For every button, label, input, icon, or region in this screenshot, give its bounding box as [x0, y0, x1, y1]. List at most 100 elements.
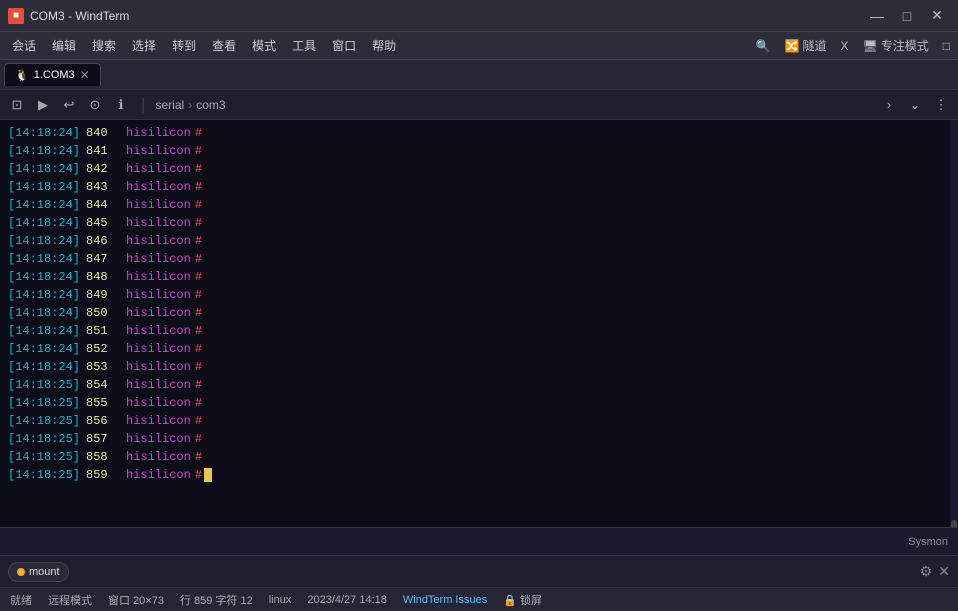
menu-view[interactable]: 查看	[204, 34, 244, 57]
status-mode: 远程模式	[48, 592, 92, 608]
panel-toggle-button[interactable]: □	[939, 37, 954, 55]
term-line-number: 850	[86, 304, 122, 322]
term-hostname: hisilicon	[126, 304, 191, 322]
terminal-wrapper: [14:18:24]840 hisilicon #[14:18:24]841 h…	[0, 120, 958, 527]
tunnel-icon: 🔀	[785, 39, 800, 53]
term-hostname: hisilicon	[126, 160, 191, 178]
menu-help[interactable]: 帮助	[364, 34, 404, 57]
info-button[interactable]: ℹ	[110, 94, 132, 116]
menu-session[interactable]: 会话	[4, 34, 44, 57]
term-timestamp: [14:18:25]	[8, 466, 80, 484]
table-row: [14:18:24]852 hisilicon #	[8, 340, 942, 358]
table-row: [14:18:24]851 hisilicon #	[8, 322, 942, 340]
term-hostname: hisilicon	[126, 286, 191, 304]
menu-select[interactable]: 选择	[124, 34, 164, 57]
term-timestamp: [14:18:24]	[8, 286, 80, 304]
taskbar-close-button[interactable]: ✕	[938, 563, 950, 580]
term-prompt: #	[195, 430, 202, 448]
toolbar-right: › ⌄ ⋮	[878, 94, 952, 116]
taskbar-gear-button[interactable]: ⚙	[920, 563, 933, 580]
term-prompt: #	[195, 286, 202, 304]
menu-edit[interactable]: 编辑	[44, 34, 84, 57]
status-bar: 就绪 远程模式 窗口 20×73 行 859 字符 12 linux 2023/…	[0, 587, 958, 611]
expand-button[interactable]: ⌄	[904, 94, 926, 116]
tab-close-button[interactable]: ✕	[80, 68, 90, 82]
term-hostname: hisilicon	[126, 214, 191, 232]
menu-tools[interactable]: 工具	[284, 34, 324, 57]
table-row: [14:18:24]847 hisilicon #	[8, 250, 942, 268]
status-ready: 就绪	[10, 592, 32, 608]
next-button[interactable]: ›	[878, 94, 900, 116]
term-prompt: #	[195, 214, 202, 232]
close-session-button[interactable]: X	[836, 37, 852, 55]
term-prompt: #	[195, 304, 202, 322]
focus-mode-button[interactable]: 🖥 专注模式	[859, 35, 933, 56]
terminal[interactable]: [14:18:24]840 hisilicon #[14:18:24]841 h…	[0, 120, 950, 527]
term-hostname: hisilicon	[126, 394, 191, 412]
refresh-button[interactable]: ↩	[58, 94, 80, 116]
term-hostname: hisilicon	[126, 448, 191, 466]
term-timestamp: [14:18:24]	[8, 124, 80, 142]
task-mount-button[interactable]: mount	[8, 562, 69, 582]
term-line-number: 845	[86, 214, 122, 232]
term-hostname: hisilicon	[126, 142, 191, 160]
breadcrumb-serial[interactable]: serial	[156, 98, 185, 112]
term-line-number: 846	[86, 232, 122, 250]
lock-screen-button[interactable]: 🔒 锁屏	[503, 592, 542, 608]
search-button[interactable]: 🔍	[752, 37, 775, 55]
tab-label: 1.COM3	[34, 69, 75, 81]
term-hostname: hisilicon	[126, 430, 191, 448]
term-line-number: 854	[86, 376, 122, 394]
task-dot	[17, 568, 25, 576]
term-timestamp: [14:18:25]	[8, 412, 80, 430]
minimize-button[interactable]: —	[864, 5, 890, 27]
table-row: [14:18:24]843 hisilicon #	[8, 178, 942, 196]
scrollbar-thumb[interactable]	[951, 520, 957, 527]
breadcrumb-com3[interactable]: com3	[196, 98, 225, 112]
table-row: [14:18:25]858 hisilicon #	[8, 448, 942, 466]
term-timestamp: [14:18:24]	[8, 358, 80, 376]
term-hostname: hisilicon	[126, 196, 191, 214]
run-button[interactable]: ▶	[32, 94, 54, 116]
term-line-number: 848	[86, 268, 122, 286]
window-title: COM3 - WindTerm	[30, 9, 864, 23]
scrollbar[interactable]	[950, 120, 958, 527]
status-row: 行 859 字符 12	[180, 592, 253, 608]
term-prompt: #	[195, 232, 202, 250]
new-session-button[interactable]: ⊡	[6, 94, 28, 116]
term-prompt: #	[195, 196, 202, 214]
app-icon: ■	[8, 8, 24, 24]
menu-mode[interactable]: 模式	[244, 34, 284, 57]
term-prompt: #	[195, 376, 202, 394]
close-button[interactable]: ✕	[924, 5, 950, 27]
term-prompt: #	[195, 124, 202, 142]
term-hostname: hisilicon	[126, 376, 191, 394]
term-timestamp: [14:18:24]	[8, 340, 80, 358]
menu-window[interactable]: 窗口	[324, 34, 364, 57]
term-timestamp: [14:18:24]	[8, 178, 80, 196]
term-timestamp: [14:18:24]	[8, 214, 80, 232]
tunnel-button[interactable]: 🔀 隧道	[781, 35, 831, 56]
term-line-number: 849	[86, 286, 122, 304]
term-prompt: #	[195, 250, 202, 268]
maximize-button[interactable]: □	[894, 5, 920, 27]
term-line-number: 858	[86, 448, 122, 466]
title-bar: ■ COM3 - WindTerm — □ ✕	[0, 0, 958, 32]
windterm-issues-link[interactable]: WindTerm Issues	[403, 594, 487, 606]
term-hostname: hisilicon	[126, 268, 191, 286]
terminal-cursor	[204, 468, 212, 482]
settings-button[interactable]: ⊙	[84, 94, 106, 116]
toolbar-separator: │	[140, 98, 148, 112]
tab-bar: 🐧 1.COM3 ✕	[0, 60, 958, 90]
term-line-number: 853	[86, 358, 122, 376]
term-line-number: 857	[86, 430, 122, 448]
term-line-number: 859	[86, 466, 122, 484]
table-row: [14:18:24]853 hisilicon #	[8, 358, 942, 376]
more-button[interactable]: ⋮	[930, 94, 952, 116]
term-prompt: #	[195, 394, 202, 412]
status-os: linux	[269, 594, 292, 606]
term-hostname: hisilicon	[126, 358, 191, 376]
menu-search[interactable]: 搜索	[84, 34, 124, 57]
menu-goto[interactable]: 转到	[164, 34, 204, 57]
tab-com3[interactable]: 🐧 1.COM3 ✕	[4, 63, 101, 86]
